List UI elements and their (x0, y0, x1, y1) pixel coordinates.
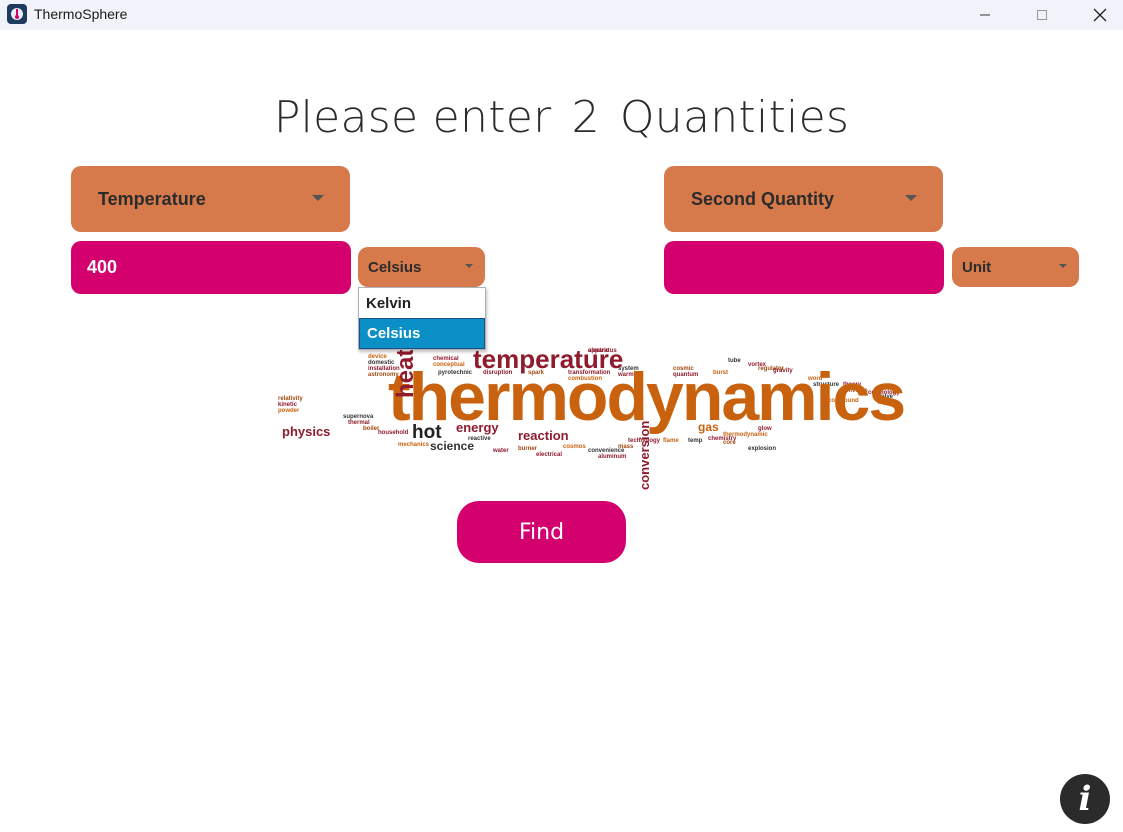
second-quantity-select[interactable]: Second Quantity (664, 166, 943, 232)
info-icon[interactable]: i (1060, 774, 1110, 824)
quantity-count: 2 (571, 92, 600, 143)
find-button[interactable]: Find (457, 501, 626, 563)
wordcloud-word: science (430, 439, 474, 453)
title-prefix: Please enter (273, 92, 552, 143)
chevron-down-icon (905, 195, 917, 201)
title-suffix: Quantities (619, 92, 850, 143)
wordcloud-small-word: mass (618, 444, 634, 450)
chevron-down-icon (465, 264, 473, 268)
wordcloud-small-word: electrical (536, 452, 562, 458)
wordcloud-small-word: water (492, 448, 509, 454)
second-unit-select[interactable]: Unit (952, 247, 1079, 287)
wordcloud-small-word: temp (688, 438, 703, 444)
first-quantity-label: Temperature (98, 188, 206, 209)
wordcloud-small-word: core (723, 440, 736, 446)
wordcloud-word: gas (698, 420, 719, 434)
second-unit-label: Unit (962, 258, 992, 276)
wordcloud-small-word: burner (518, 446, 538, 452)
page-title: Please enter 2 Quantities (0, 92, 1123, 143)
minimize-icon[interactable] (956, 0, 1014, 30)
unit-dropdown-list: Kelvin Celsius (358, 287, 486, 350)
wordcloud-word: physics (282, 424, 330, 439)
wordcloud-word: heat (392, 349, 419, 398)
wordcloud-small-word: powder (278, 408, 300, 414)
maximize-icon[interactable] (1013, 0, 1071, 30)
wordcloud-small-word: cosmos (563, 444, 586, 450)
first-unit-select[interactable]: Celsius (358, 247, 485, 287)
wordcloud-word: temperature (473, 344, 623, 374)
wordcloud-small-word: explosion (748, 446, 776, 452)
wordcloud-small-word: flame (663, 438, 679, 444)
thermodynamics-wordcloud-image: electricdevicedomesticinstallationastron… (278, 344, 906, 490)
first-value-input[interactable] (71, 241, 351, 294)
close-icon[interactable] (1071, 0, 1123, 30)
dropdown-option-kelvin[interactable]: Kelvin (359, 288, 485, 318)
thermometer-app-icon (7, 4, 27, 24)
window-title: ThermoSphere (34, 6, 128, 22)
first-unit-label: Celsius (368, 258, 422, 276)
second-quantity-label: Second Quantity (691, 188, 835, 209)
wordcloud-word: energy (456, 420, 499, 435)
second-value-input[interactable] (664, 241, 944, 294)
dropdown-option-celsius[interactable]: Celsius (359, 318, 485, 349)
wordcloud-small-word: aluminum (598, 454, 626, 460)
first-quantity-select[interactable]: Temperature (71, 166, 350, 232)
wordcloud-word: conversion (637, 421, 652, 490)
title-bar: ThermoSphere (0, 0, 1123, 30)
chevron-down-icon (312, 195, 324, 201)
wordcloud-word: reaction (518, 428, 569, 443)
chevron-down-icon (1059, 264, 1067, 268)
